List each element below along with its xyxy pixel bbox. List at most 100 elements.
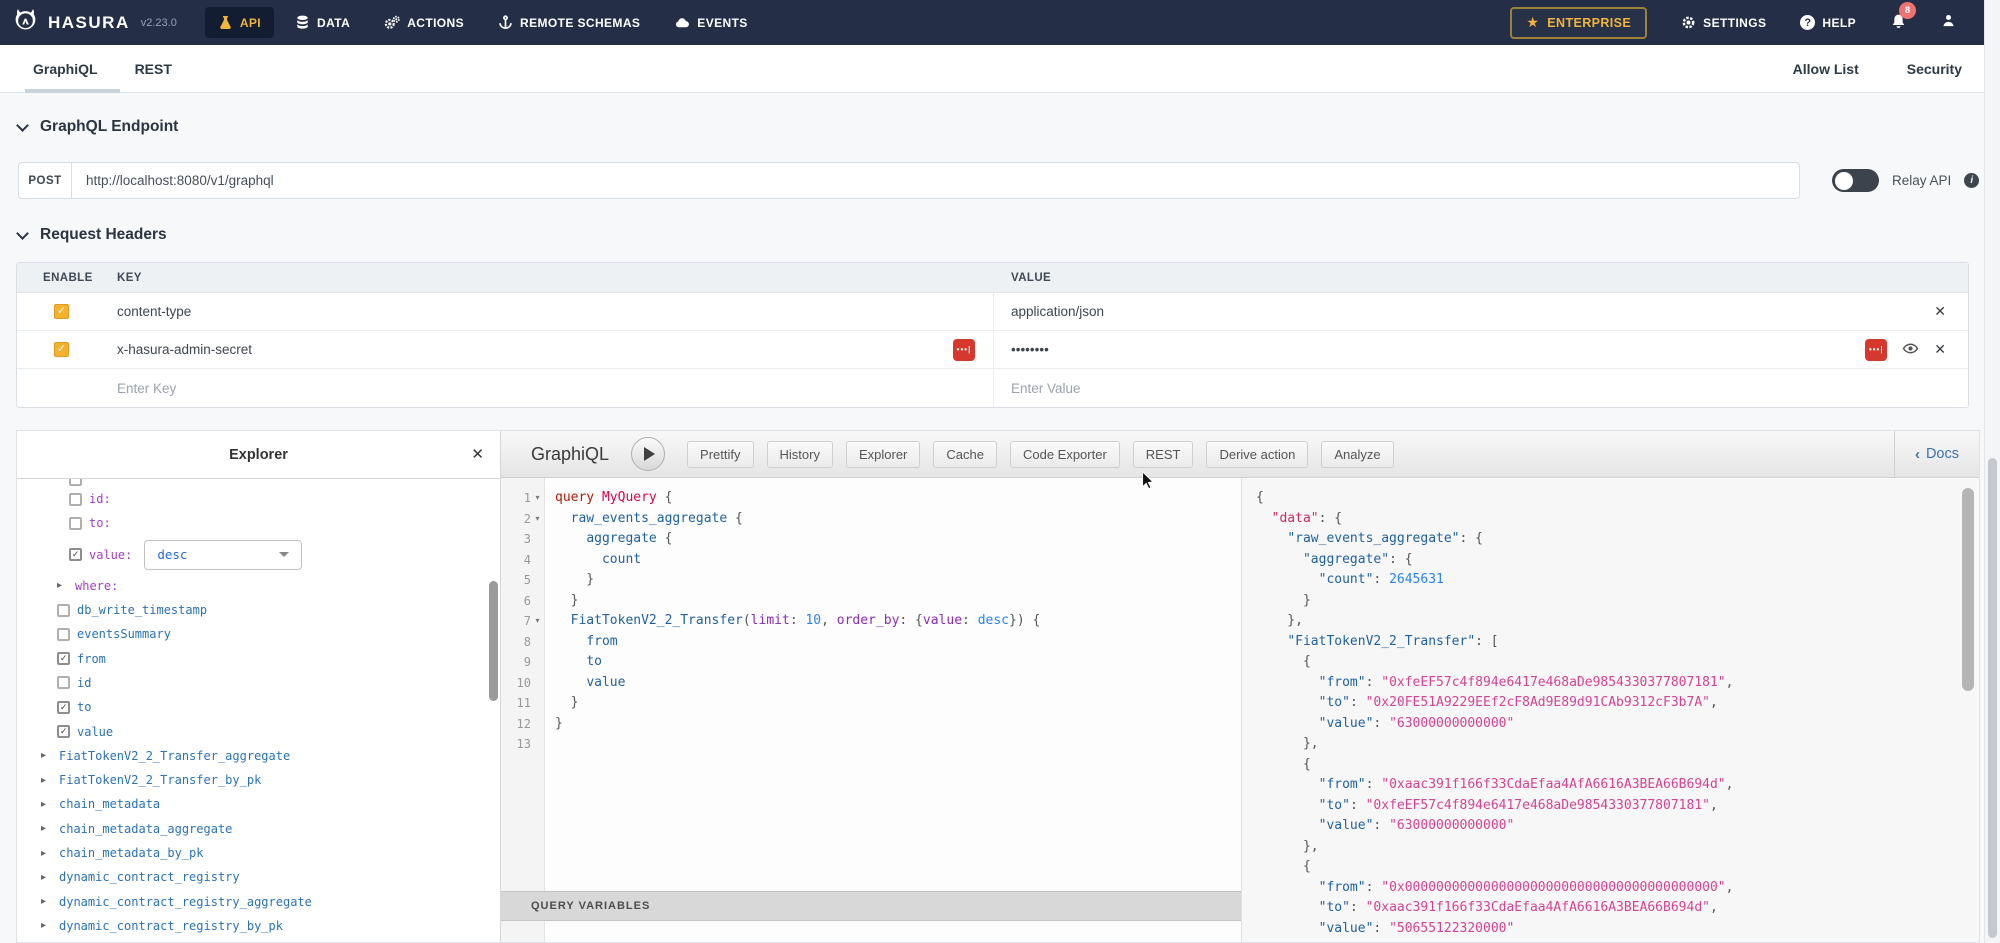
field-checkbox[interactable] [57, 604, 70, 617]
new-header-key-input[interactable] [117, 381, 643, 396]
expand-arrow-icon[interactable]: ▸ [41, 872, 54, 883]
field-checkbox[interactable]: ✓ [57, 652, 70, 665]
cache-button[interactable]: Cache [933, 441, 997, 468]
header-value[interactable]: application/json [1011, 304, 1104, 319]
hasura-console: HASURA v2.23.0 API DATA ACTIONS REMOTE SCHE… [0, 0, 2000, 943]
tab-rest[interactable]: REST [131, 45, 176, 93]
enterprise-button[interactable]: ★ ENTERPRISE [1510, 7, 1647, 39]
query-variables-editor[interactable] [501, 921, 1241, 942]
brand-group[interactable]: HASURA v2.23.0 [0, 7, 177, 39]
execute-query-button[interactable] [631, 437, 665, 471]
explorer-item-value[interactable]: ✓value [17, 719, 486, 743]
field-checkbox[interactable]: ✓ [57, 725, 70, 738]
expand-arrow-icon[interactable]: ▸ [41, 848, 54, 859]
password-manager-icon[interactable]: •••| [1865, 339, 1887, 361]
variables-gutter [501, 921, 545, 942]
history-button[interactable]: History [767, 441, 833, 468]
help-button[interactable]: ? HELP [1800, 15, 1856, 30]
field-checkbox[interactable]: ✓ [57, 701, 70, 714]
password-manager-icon[interactable]: •••| [953, 339, 975, 361]
explorer-item-id[interactable]: id: [17, 487, 486, 511]
settings-button[interactable]: SETTINGS [1681, 15, 1766, 30]
explorer-scrollbar[interactable] [489, 581, 498, 701]
explorer-button[interactable]: Explorer [846, 441, 920, 468]
explorer-item-value[interactable]: ✓value:desc [17, 536, 486, 574]
graphiql-main: GraphiQL PrettifyHistoryExplorerCacheCod… [501, 431, 1979, 942]
relay-api-toggle[interactable] [1832, 169, 1879, 192]
order-direction-select[interactable]: desc [144, 540, 302, 570]
allow-list-link[interactable]: Allow List [1793, 61, 1859, 77]
page-scrollbar-thumb[interactable] [1988, 458, 1997, 938]
query-editor[interactable]: 1▾2▾34567▾8910111213 query MyQuery { raw… [501, 478, 1241, 891]
remove-header-icon[interactable]: ✕ [1934, 342, 1946, 358]
explorer-item-eventsSummary[interactable]: eventsSummary [17, 622, 486, 646]
explorer-item-db_write_timestamp[interactable]: db_write_timestamp [17, 598, 486, 622]
explorer-item-chain_metadata_by_pk[interactable]: ▸chain_metadata_by_pk [17, 841, 486, 865]
eye-icon[interactable] [1902, 340, 1919, 360]
security-link[interactable]: Security [1907, 61, 1962, 77]
fold-arrow-icon[interactable]: ▾ [531, 611, 544, 632]
nav-item-events[interactable]: EVENTS [661, 7, 760, 38]
expand-arrow-icon[interactable]: ▸ [41, 920, 54, 931]
new-header-value-input[interactable] [1011, 381, 1572, 396]
request-headers-heading[interactable]: Request Headers [18, 226, 167, 244]
remove-header-icon[interactable]: ✕ [1934, 304, 1946, 320]
nav-item-remote-schemas[interactable]: REMOTE SCHEMAS [485, 7, 653, 38]
table-row-new [17, 369, 1968, 407]
close-icon[interactable]: ✕ [471, 445, 484, 463]
nav-item-api[interactable]: API [205, 7, 274, 38]
tab-graphiql[interactable]: GraphiQL [29, 45, 102, 93]
field-checkbox[interactable] [69, 479, 82, 486]
enable-checkbox[interactable]: ✓ [54, 342, 69, 357]
field-checkbox[interactable]: ✓ [69, 548, 82, 561]
nav-item-data[interactable]: DATA [282, 7, 363, 38]
endpoint-url-input[interactable] [72, 162, 1800, 199]
explorer-item-from[interactable]: ✓from [17, 646, 486, 670]
header-key[interactable]: content-type [117, 304, 191, 319]
info-icon[interactable]: i [1964, 173, 1979, 188]
explorer-item-dynamic_contract_registry_by_pk[interactable]: ▸dynamic_contract_registry_by_pk [17, 914, 486, 938]
query-code[interactable]: query MyQuery { raw_events_aggregate { a… [555, 488, 1241, 755]
analyze-button[interactable]: Analyze [1321, 441, 1393, 468]
graphql-endpoint-heading[interactable]: GraphQL Endpoint [18, 118, 178, 136]
expand-arrow-icon[interactable]: ▸ [41, 823, 54, 834]
explorer-item-id[interactable]: id [17, 671, 486, 695]
star-icon: ★ [1526, 15, 1539, 31]
toolbar-buttons: Prettify History Explorer Cache Code Exporte… [687, 441, 1394, 468]
explorer-item-where[interactable]: ▸where: [17, 574, 486, 598]
rest-button[interactable]: REST [1133, 441, 1194, 468]
header-value-masked[interactable]: •••••••• [1011, 342, 1049, 357]
explorer-item-chain_metadata[interactable]: ▸chain_metadata [17, 792, 486, 816]
header-key[interactable]: x-hasura-admin-secret [117, 342, 252, 357]
docs-button[interactable]: ‹ Docs [1894, 431, 1979, 478]
expand-arrow-icon[interactable]: ▸ [41, 799, 54, 810]
expand-arrow-icon[interactable]: ▸ [41, 750, 54, 761]
enable-checkbox[interactable]: ✓ [54, 304, 69, 319]
derive-action-button[interactable]: Derive action [1206, 441, 1308, 468]
explorer-item-dynamic_contract_registry[interactable]: ▸dynamic_contract_registry [17, 865, 486, 889]
expand-arrow-icon[interactable]: ▸ [41, 775, 54, 786]
explorer-item-chain_metadata_aggregate[interactable]: ▸chain_metadata_aggregate [17, 817, 486, 841]
explorer-item-FiatTokenV2_2_Transfer_aggregate[interactable]: ▸FiatTokenV2_2_Transfer_aggregate [17, 744, 486, 768]
fold-arrow-icon[interactable]: ▾ [531, 509, 544, 530]
expand-arrow-icon[interactable]: ▸ [57, 580, 70, 591]
explorer-item-FiatTokenV2_2_Transfer_by_pk[interactable]: ▸FiatTokenV2_2_Transfer_by_pk [17, 768, 486, 792]
explorer-item-to[interactable]: to: [17, 511, 486, 535]
expand-arrow-icon[interactable]: ▸ [41, 896, 54, 907]
fold-arrow-icon[interactable]: ▾ [531, 488, 544, 509]
field-checkbox[interactable] [57, 676, 70, 689]
nav-item-actions[interactable]: ACTIONS [371, 7, 477, 38]
notifications-button[interactable]: 8 [1890, 12, 1907, 34]
code-exporter-button[interactable]: Code Exporter [1010, 441, 1120, 468]
query-variables-bar[interactable]: QUERY VARIABLES [501, 891, 1241, 921]
chevron-down-icon [279, 552, 289, 557]
field-checkbox[interactable] [57, 628, 70, 641]
result-scrollbar[interactable] [1962, 488, 1974, 691]
explorer-item-dynamic_contract_registry_aggregate[interactable]: ▸dynamic_contract_registry_aggregate [17, 889, 486, 913]
user-menu-button[interactable] [1941, 13, 1956, 33]
field-checkbox[interactable] [69, 517, 82, 530]
explorer-item-to[interactable]: ✓to [17, 695, 486, 719]
prettify-button[interactable]: Prettify [687, 441, 753, 468]
explorer-item-partial[interactable] [17, 479, 486, 487]
field-checkbox[interactable] [69, 493, 82, 506]
